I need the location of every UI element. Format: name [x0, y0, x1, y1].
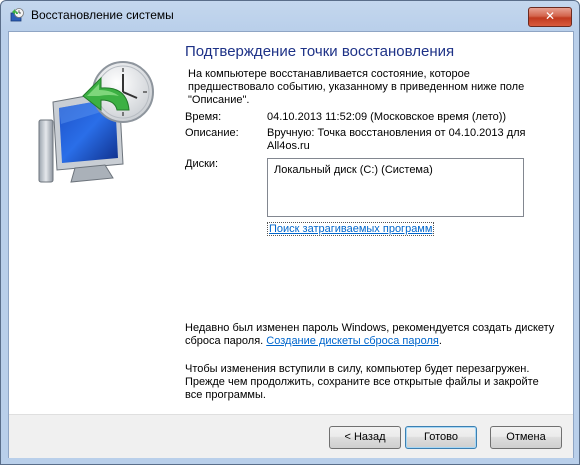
time-value: 04.10.2013 11:52:09 (Московское время (л… [267, 111, 507, 123]
scan-affected-programs-link[interactable]: Поиск затрагиваемых программ [267, 222, 435, 236]
description-value: Вручную: Точка восстановления от 04.10.2… [267, 127, 526, 152]
cancel-button[interactable]: Отмена [490, 426, 562, 449]
confirmation-content: Подтверждение точки восстановления На ко… [171, 32, 573, 414]
disks-list[interactable]: Локальный диск (C:) (Система) [267, 158, 524, 217]
title-bar[interactable]: Восстановление системы ✕ [1, 1, 579, 31]
system-restore-clock-monitor-icon [38, 61, 154, 183]
close-button[interactable]: ✕ [528, 7, 572, 27]
page-title: Подтверждение точки восстановления [185, 43, 455, 60]
restart-note: Чтобы изменения вступили в силу, компьют… [185, 363, 539, 401]
back-button[interactable]: < Назад [329, 426, 401, 449]
disks-label: Диски: [185, 158, 219, 170]
system-restore-icon [10, 8, 24, 22]
dialog-client-area: Подтверждение точки восстановления На ко… [8, 31, 574, 458]
finish-button[interactable]: Готово [405, 426, 477, 449]
window-title: Восстановление системы [31, 8, 174, 22]
hero-panel [9, 32, 171, 414]
time-label: Время: [185, 111, 222, 123]
password-note: Недавно был изменен пароль Windows, реко… [185, 322, 565, 348]
password-note-suffix: . [438, 335, 442, 347]
close-icon: ✕ [544, 9, 556, 23]
system-restore-window: Восстановление системы ✕ Подтверждение т… [0, 0, 580, 465]
create-reset-disk-link[interactable]: Создание дискеты сброса пароля [266, 335, 439, 347]
intro-text: На компьютере восстанавливается состояни… [188, 68, 525, 106]
description-label: Описание: [185, 127, 239, 139]
button-bar: < Назад Готово Отмена [9, 414, 573, 458]
list-item[interactable]: Локальный диск (C:) (Система) [274, 164, 433, 176]
